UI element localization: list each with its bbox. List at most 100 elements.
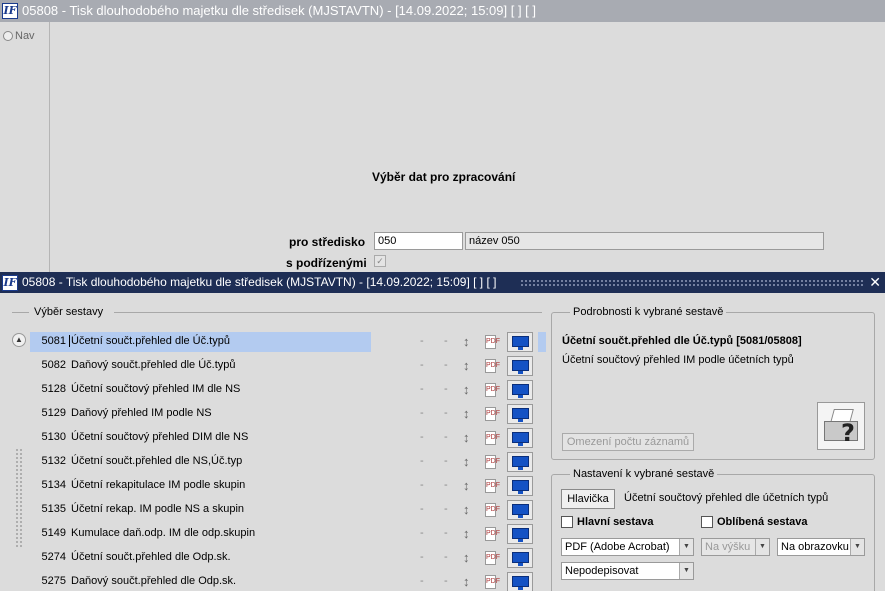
report-number: 5128 <box>41 383 66 395</box>
report-number: 5274 <box>41 551 66 563</box>
report-flag-1: - <box>420 479 424 491</box>
report-number: 5135 <box>41 503 66 515</box>
podrizenymi-checkbox[interactable]: ✓ <box>374 255 386 267</box>
screen-preview-button[interactable] <box>507 476 533 496</box>
report-flag-2: - <box>444 527 448 539</box>
report-number: 5129 <box>41 407 66 419</box>
report-row[interactable]: 5274 Účetní součt.přehled dle Odp.sk. - … <box>30 548 535 570</box>
sort-icon[interactable]: ↕ <box>463 454 471 470</box>
sort-icon[interactable]: ↕ <box>463 550 471 566</box>
sort-icon[interactable]: ↕ <box>463 430 471 446</box>
printer-help-icon[interactable]: ? <box>817 402 865 450</box>
monitor-stand <box>518 347 523 350</box>
close-icon[interactable]: ✕ <box>869 272 881 293</box>
report-number: 5149 <box>41 527 66 539</box>
sort-icon[interactable]: ↕ <box>463 382 471 398</box>
report-row[interactable]: 5135 Účetní rekap. IM podle NS a skupin … <box>30 500 535 522</box>
report-name: Daňový součt.přehled dle Odp.sk. <box>71 575 237 587</box>
stredisko-label: pro středisko <box>289 235 366 249</box>
screen-preview-button[interactable] <box>507 548 533 568</box>
favorite-checkbox[interactable] <box>701 516 713 528</box>
pdf-icon[interactable]: PDF <box>485 359 500 373</box>
podrizenymi-label: s podřízenými <box>286 256 367 270</box>
favorite-label: Oblíbená sestava <box>717 516 808 528</box>
reports-group-title: Výběr sestavy <box>34 306 104 318</box>
screen-preview-button[interactable] <box>507 524 533 544</box>
report-row[interactable]: 5081 Účetní součt.přehled dle Úč.typů - … <box>30 332 535 354</box>
pdf-icon[interactable]: PDF <box>485 527 500 541</box>
header-button[interactable]: Hlavička <box>561 489 615 509</box>
report-flag-1: - <box>420 503 424 515</box>
pdf-icon[interactable]: PDF <box>485 335 500 349</box>
stredisko-name-field: název 050 <box>465 232 824 250</box>
report-row[interactable]: 5128 Účetní součtový přehled IM dle NS -… <box>30 380 535 402</box>
sort-icon[interactable]: ↕ <box>463 574 471 590</box>
report-list-scrollbar[interactable]: ▲ <box>12 333 26 591</box>
title-drag-grip[interactable] <box>520 279 865 286</box>
scroll-grip[interactable] <box>15 448 23 548</box>
report-flag-1: - <box>420 359 424 371</box>
pdf-icon[interactable]: PDF <box>485 551 500 565</box>
pdf-icon[interactable]: PDF <box>485 455 500 469</box>
sort-icon[interactable]: ↕ <box>463 526 471 542</box>
app-logo-icon: IF <box>2 275 18 291</box>
report-flag-1: - <box>420 335 424 347</box>
report-row[interactable]: 5082 Daňový součt.přehled dle Úč.typů - … <box>30 356 535 378</box>
report-name: Daňový přehled IM podle NS <box>71 407 212 419</box>
report-row[interactable]: 5275 Daňový součt.přehled dle Odp.sk. - … <box>30 572 535 591</box>
report-row[interactable]: 5130 Účetní součtový přehled DIM dle NS … <box>30 428 535 450</box>
report-flag-2: - <box>444 335 448 347</box>
report-flag-1: - <box>420 455 424 467</box>
report-flag-1: - <box>420 575 424 587</box>
report-row[interactable]: 5132 Účetní součt.přehled dle NS,Úč.typ … <box>30 452 535 474</box>
sort-icon[interactable]: ↕ <box>463 502 471 518</box>
screen-preview-button[interactable] <box>507 356 533 376</box>
report-name: Účetní součtový přehled IM dle NS <box>71 383 241 395</box>
screen-preview-button[interactable] <box>507 428 533 448</box>
report-row[interactable]: 5129 Daňový přehled IM podle NS - - ↕ PD… <box>30 404 535 426</box>
destination-select[interactable]: Na obrazovku ▼ <box>777 538 865 556</box>
screen-preview-button[interactable] <box>507 380 533 400</box>
report-number: 5134 <box>41 479 66 491</box>
screen-preview-button[interactable] <box>507 332 533 352</box>
pdf-icon[interactable]: PDF <box>485 407 500 421</box>
monitor-stand <box>518 419 523 422</box>
monitor-stand <box>518 539 523 542</box>
nav-tab[interactable]: Nav <box>3 30 35 42</box>
monitor-icon <box>512 360 529 371</box>
report-row[interactable]: 5149 Kumulace daň.odp. IM dle odp.skupin… <box>30 524 535 546</box>
report-flag-2: - <box>444 431 448 443</box>
sort-icon[interactable]: ↕ <box>463 334 471 350</box>
sort-icon[interactable]: ↕ <box>463 406 471 422</box>
report-name: Účetní rekap. IM podle NS a skupin <box>71 503 245 515</box>
chevron-down-icon: ▼ <box>679 563 693 579</box>
chevron-down-icon: ▼ <box>755 539 769 555</box>
monitor-stand <box>518 395 523 398</box>
stredisko-input[interactable]: 050 <box>374 232 463 250</box>
monitor-icon <box>512 432 529 443</box>
orientation-value: Na výšku <box>705 541 751 553</box>
details-report-description: Účetní součtový přehled IM podle účetníc… <box>562 354 794 366</box>
sort-icon[interactable]: ↕ <box>463 358 471 374</box>
screen-preview-button[interactable] <box>507 500 533 520</box>
screen-preview-button[interactable] <box>507 404 533 424</box>
report-row[interactable]: 5134 Účetní rekapitulace IM podle skupin… <box>30 476 535 498</box>
screen-preview-button[interactable] <box>507 452 533 472</box>
nav-tab-label: Nav <box>15 30 35 42</box>
report-flag-1: - <box>420 407 424 419</box>
signature-select[interactable]: Nepodepisovat ▼ <box>561 562 694 580</box>
orientation-select[interactable]: Na výšku ▼ <box>701 538 770 556</box>
limit-records-button[interactable]: Omezení počtu záznamů <box>562 433 694 451</box>
output-format-select[interactable]: PDF (Adobe Acrobat) ▼ <box>561 538 694 556</box>
sort-icon[interactable]: ↕ <box>463 478 471 494</box>
pdf-icon[interactable]: PDF <box>485 431 500 445</box>
main-report-checkbox[interactable] <box>561 516 573 528</box>
bg-nav-panel: Nav <box>0 22 50 272</box>
screen-preview-button[interactable] <box>507 572 533 591</box>
report-flag-2: - <box>444 575 448 587</box>
pdf-icon[interactable]: PDF <box>485 383 500 397</box>
pdf-icon[interactable]: PDF <box>485 479 500 493</box>
pdf-icon[interactable]: PDF <box>485 503 500 517</box>
scroll-up-icon[interactable]: ▲ <box>12 333 26 347</box>
pdf-icon[interactable]: PDF <box>485 575 500 589</box>
